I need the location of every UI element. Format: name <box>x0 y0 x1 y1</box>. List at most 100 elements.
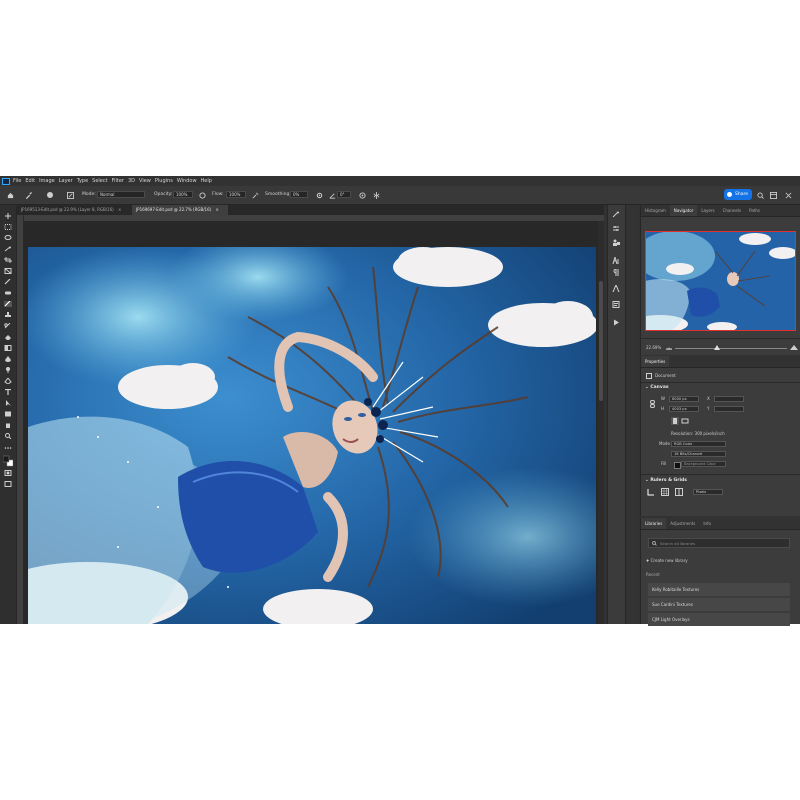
people-icon[interactable] <box>612 239 620 246</box>
quick-select-tool-icon[interactable] <box>4 246 12 252</box>
menu-filter[interactable]: Filter <box>112 176 124 186</box>
hand-tool-icon[interactable] <box>4 422 12 428</box>
settings-icon[interactable] <box>316 192 323 199</box>
path-select-tool-icon[interactable] <box>4 400 12 406</box>
close-tab-icon[interactable]: × <box>118 205 121 215</box>
tab-channels[interactable]: Channels <box>719 205 746 216</box>
fill-color-swatch[interactable] <box>674 462 681 469</box>
home-icon[interactable] <box>7 192 14 199</box>
units-select[interactable]: Pixels <box>693 489 723 495</box>
mode-select[interactable]: Normal <box>97 191 145 198</box>
pressure-size-icon[interactable] <box>359 192 366 199</box>
smoothing-field[interactable]: 0% <box>290 191 308 198</box>
dodge-tool-icon[interactable] <box>4 367 12 373</box>
portrait-orientation-icon[interactable] <box>671 417 679 425</box>
close-icon[interactable] <box>785 192 792 199</box>
brush-settings-icon[interactable] <box>67 192 74 199</box>
menu-help[interactable]: Help <box>201 176 212 186</box>
create-library-button[interactable]: + Create new library <box>646 558 688 564</box>
properties-icon[interactable] <box>612 225 620 232</box>
mode-select[interactable]: RGB Color <box>671 441 726 447</box>
navigator-thumbnail[interactable] <box>645 231 796 331</box>
zoom-out-icon[interactable] <box>665 345 673 351</box>
menu-window[interactable]: Window <box>177 176 197 186</box>
tab-layers[interactable]: Layers <box>697 205 718 216</box>
canvas-vertical-scrollbar[interactable] <box>598 221 604 624</box>
history-icon[interactable] <box>612 211 620 218</box>
menu-edit[interactable]: Edit <box>25 176 35 186</box>
pen-tool-icon[interactable] <box>4 378 12 384</box>
tab-histogram[interactable]: Histogram <box>641 205 670 216</box>
blur-tool-icon[interactable] <box>4 356 12 362</box>
share-button[interactable]: Share <box>724 189 752 200</box>
paragraph-icon[interactable] <box>612 269 620 276</box>
character-icon[interactable] <box>612 257 620 264</box>
healing-brush-tool-icon[interactable] <box>4 290 12 296</box>
gradient-tool-icon[interactable] <box>4 345 12 351</box>
pressure-opacity-icon[interactable] <box>199 192 206 199</box>
close-tab-icon[interactable]: × <box>215 205 218 215</box>
brush-tool-icon[interactable] <box>4 301 12 307</box>
angle-field[interactable]: 0° <box>337 191 351 198</box>
zoom-tool-icon[interactable] <box>4 433 12 439</box>
move-tool-icon[interactable] <box>4 213 12 219</box>
brush-size-preview[interactable] <box>47 192 53 198</box>
menu-file[interactable]: File <box>13 176 21 186</box>
x-field[interactable] <box>714 396 744 402</box>
width-field[interactable]: 6000 px <box>669 396 699 402</box>
screen-mode-icon[interactable] <box>4 481 12 487</box>
zoom-slider[interactable] <box>675 348 787 349</box>
menu-plugins[interactable]: Plugins <box>155 176 173 186</box>
tab-info[interactable]: Info <box>699 518 715 529</box>
guides-icon[interactable] <box>675 488 683 496</box>
quick-mask-icon[interactable] <box>4 470 12 476</box>
opacity-field[interactable]: 100% <box>173 191 193 198</box>
tab-navigator[interactable]: Navigator <box>669 205 698 216</box>
rulers-grids-section-title[interactable]: ⌄ Rulers & Grids <box>645 478 687 484</box>
eraser-tool-icon[interactable] <box>4 334 12 340</box>
shape-tool-icon[interactable] <box>4 411 12 417</box>
clone-stamp-tool-icon[interactable] <box>4 312 12 318</box>
document-tab-2[interactable]: JP169697-Edit.psd @ 22.7% (RGB/16) × <box>132 205 228 215</box>
ruler-icon[interactable] <box>647 488 655 496</box>
library-list-item[interactable]: Sue Cardini Textures <box>648 598 790 611</box>
tab-adjustments[interactable]: Adjustments <box>666 518 699 529</box>
flow-field[interactable]: 100% <box>226 191 246 198</box>
history-brush-tool-icon[interactable] <box>4 323 12 329</box>
library-list-item[interactable]: CJM Light Overlays <box>648 613 790 626</box>
tab-libraries[interactable]: Libraries <box>641 518 667 529</box>
tab-paths[interactable]: Paths <box>745 205 764 216</box>
type-tool-icon[interactable] <box>4 389 12 395</box>
scrollbar-thumb[interactable] <box>599 281 603 401</box>
search-icon[interactable] <box>757 192 764 199</box>
crop-tool-icon[interactable] <box>4 257 12 263</box>
menu-select[interactable]: Select <box>92 176 107 186</box>
grid-icon[interactable] <box>661 488 669 496</box>
menu-layer[interactable]: Layer <box>59 176 73 186</box>
bit-depth-select[interactable]: 16 Bits/Channel <box>671 451 726 457</box>
y-field[interactable] <box>714 406 744 412</box>
landscape-orientation-icon[interactable] <box>681 417 689 425</box>
zoom-in-icon[interactable] <box>790 344 798 351</box>
zoom-slider-thumb[interactable] <box>714 345 720 350</box>
airbrush-icon[interactable] <box>252 192 259 199</box>
fill-select[interactable]: Background Color <box>681 461 726 467</box>
eyedropper-tool-icon[interactable] <box>4 279 12 285</box>
menu-type[interactable]: Type <box>77 176 88 186</box>
document-canvas[interactable] <box>28 247 596 624</box>
lasso-tool-icon[interactable] <box>4 235 12 241</box>
marquee-tool-icon[interactable] <box>4 224 12 230</box>
zoom-value[interactable]: 22.69% <box>646 345 661 351</box>
document-tab-1[interactable]: JP169513-Edit.psd @ 22.9% (Layer 8, RGB/… <box>17 205 131 215</box>
play-actions-icon[interactable] <box>612 319 620 326</box>
symmetry-icon[interactable] <box>373 192 380 199</box>
workspace-icon[interactable] <box>770 192 777 199</box>
canvas-section-title[interactable]: ⌄ Canvas <box>645 385 669 391</box>
notes-icon[interactable] <box>612 301 620 308</box>
height-field[interactable]: 4003 px <box>669 406 699 412</box>
menu-view[interactable]: View <box>139 176 151 186</box>
brush-icon[interactable] <box>25 192 32 199</box>
menu-3d[interactable]: 3D <box>128 176 135 186</box>
library-list-item[interactable]: Kelly Robitaille Textures <box>648 583 790 596</box>
menu-image[interactable]: Image <box>39 176 55 186</box>
